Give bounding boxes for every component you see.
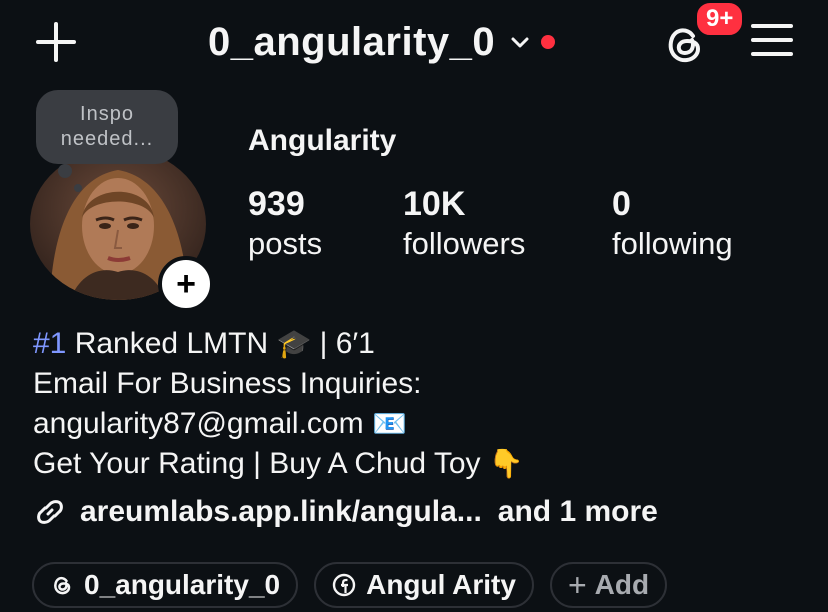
bio-line-1: #1 Ranked LMTN 🎓 | 6′1 — [33, 324, 524, 364]
bio-link[interactable]: areumlabs.app.link/angula... — [80, 495, 482, 529]
link-icon — [37, 500, 63, 524]
bio-text: Ranked LMTN — [66, 327, 277, 360]
create-plus-icon[interactable] — [34, 20, 78, 64]
chevron-down-icon[interactable] — [509, 31, 531, 53]
bio-line-2: Email For Business Inquiries: — [33, 367, 422, 400]
posts-count: 939 — [248, 185, 305, 223]
hashtag-link[interactable]: #1 — [33, 327, 66, 360]
profile-note-bubble[interactable]: Inspo needed... — [36, 90, 178, 164]
bio-links[interactable]: areumlabs.app.link/angula... and 1 more — [32, 494, 658, 530]
following-label: following — [612, 226, 733, 261]
pointing-down-emoji: 👇 — [488, 448, 524, 479]
facebook-profile-chip[interactable]: Angul Arity — [314, 562, 534, 608]
stat-following[interactable]: 0 following — [612, 184, 733, 264]
note-bubble-tail — [58, 164, 72, 178]
notification-badge[interactable]: 9+ — [694, 0, 746, 38]
profile-link-chips: 0_angularity_0 Angul Arity + Add — [32, 562, 668, 608]
note-bubble-tail-small — [74, 184, 82, 192]
add-chip-label: Add — [594, 569, 650, 600]
envelope-emoji: 📧 — [371, 408, 407, 439]
bio-line-3: angularity87@gmail.com 📧 — [33, 404, 524, 444]
bio-text: | 6′1 — [311, 327, 375, 360]
add-story-plus-icon[interactable]: + — [158, 256, 214, 312]
display-name: Angularity — [248, 124, 397, 157]
threads-profile-chip[interactable]: 0_angularity_0 — [32, 562, 299, 608]
add-link-chip[interactable]: + Add — [549, 562, 668, 608]
following-count: 0 — [612, 185, 631, 223]
bio: #1 Ranked LMTN 🎓 | 6′1 Email For Busines… — [33, 324, 524, 484]
facebook-chip-label: Angul Arity — [366, 569, 516, 600]
profile-avatar-area[interactable]: + — [30, 148, 214, 312]
facebook-icon — [332, 573, 356, 597]
unread-dot — [541, 35, 556, 49]
note-text: Inspo needed... — [60, 103, 154, 150]
email-text: angularity87@gmail.com — [33, 407, 372, 440]
account-switcher[interactable]: 0_angularity_0 — [208, 14, 556, 70]
threads-icon — [54, 576, 71, 595]
username-title[interactable]: 0_angularity_0 — [208, 20, 495, 65]
followers-count: 10K — [403, 185, 466, 223]
graduation-cap-emoji: 🎓 — [276, 328, 312, 359]
bio-line-4: Get Your Rating | Buy A Chud Toy 👇 — [33, 444, 524, 484]
hamburger-menu-icon[interactable] — [750, 20, 794, 60]
bio-text: Get Your Rating | Buy A Chud Toy — [33, 447, 489, 480]
threads-chip-label: 0_angularity_0 — [84, 569, 281, 600]
more-links-button[interactable]: and 1 more — [498, 495, 658, 529]
stat-posts[interactable]: 939 posts — [248, 184, 322, 264]
plus-icon: + — [567, 566, 587, 603]
followers-label: followers — [403, 226, 526, 261]
stat-followers[interactable]: 10K followers — [403, 184, 525, 264]
profile-header: 0_angularity_0 9+ — [0, 0, 828, 84]
posts-label: posts — [248, 226, 323, 261]
